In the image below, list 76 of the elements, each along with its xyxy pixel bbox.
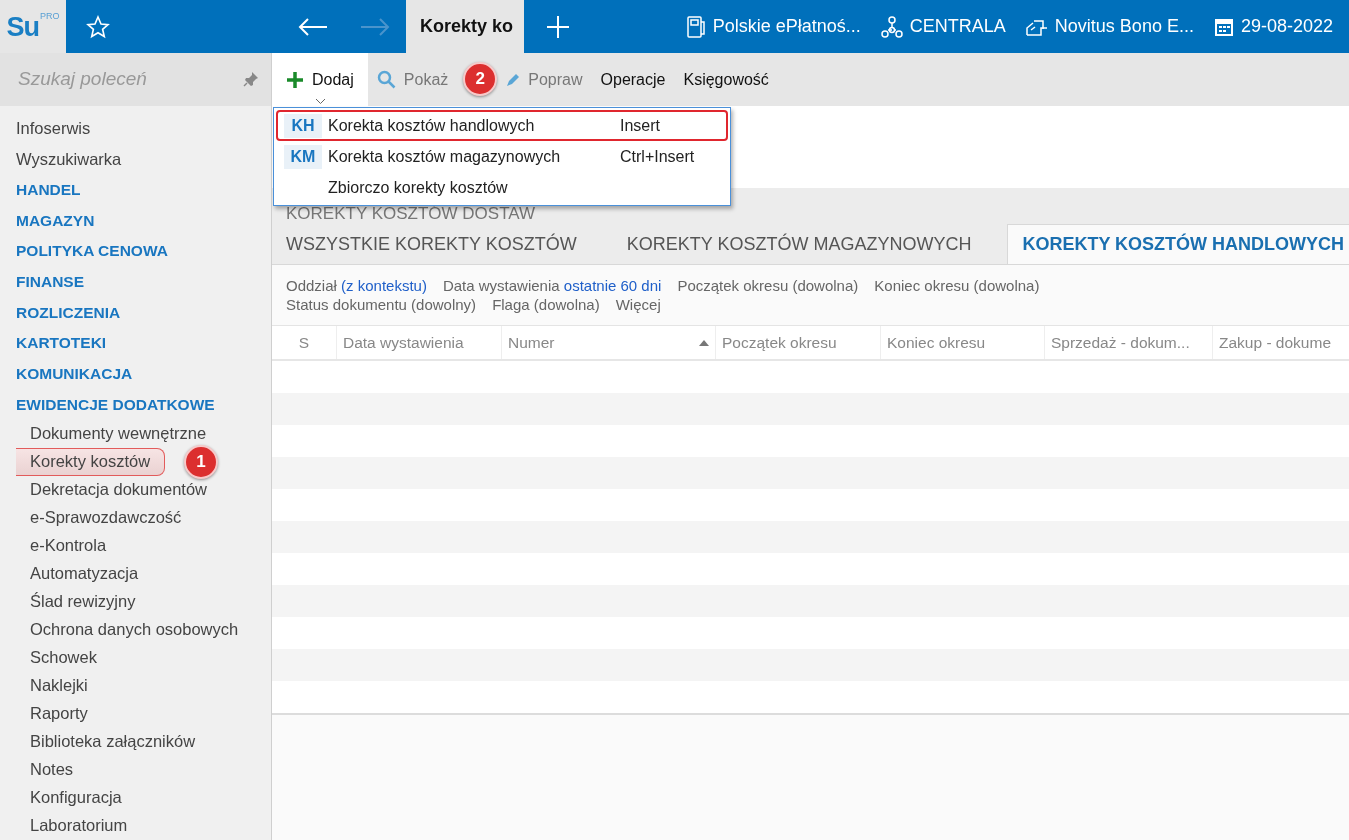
option-label: Korekta kosztów magazynowych: [327, 147, 562, 166]
document-type-badge: KH: [284, 113, 322, 138]
hierarchy-icon: [880, 15, 903, 38]
menu-section[interactable]: HANDEL: [16, 181, 81, 200]
menu-item[interactable]: e-Kontrola: [16, 531, 121, 560]
column-header[interactable]: S: [272, 326, 336, 359]
menu-item[interactable]: Laboratorium: [16, 811, 142, 840]
filter-item[interactable]: Koniec okresu (dowolna): [874, 277, 1040, 294]
column-header[interactable]: Sprzedaż - dokum...: [1044, 326, 1212, 359]
step-marker: 1: [184, 444, 218, 479]
option-label: Zbiorczo korekty kosztów: [327, 178, 509, 197]
menu-item[interactable]: Notes: [16, 755, 88, 784]
pencil-icon: [506, 72, 521, 87]
view-tab[interactable]: WSZYSTKIE KOREKTY KOSZTÓW: [272, 224, 591, 264]
plus-icon: [546, 14, 570, 39]
menu-item[interactable]: Konfiguracja: [16, 783, 136, 812]
menu-option[interactable]: KH Korekta kosztów handlowych Insert: [276, 110, 728, 141]
back-arrow-icon: [298, 16, 328, 37]
menu-section[interactable]: EWIDENCJE DODATKOWE: [16, 395, 215, 414]
filter-item[interactable]: Początek okresu (dowolna): [677, 277, 859, 294]
context-label[interactable]: 29-08-2022: [1240, 16, 1333, 37]
star-icon: [86, 14, 110, 39]
menu-item[interactable]: Automatyzacja: [16, 559, 153, 588]
filter-item[interactable]: Flaga (dowolna): [492, 296, 600, 313]
filter-item[interactable]: Więcej: [615, 296, 661, 313]
menu-option[interactable]: Zbiorczo korekty kosztów: [276, 172, 728, 203]
document-tab[interactable]: Korekty ko: [406, 0, 524, 53]
search-input[interactable]: Szukaj poleceń: [16, 67, 216, 92]
menu-item[interactable]: Wyszukiwarka: [16, 150, 122, 170]
filter-item[interactable]: Oddział (z kontekstu): [286, 277, 427, 294]
filter-item[interactable]: Data wystawienia ostatnie 60 dni: [442, 277, 662, 294]
menu-item[interactable]: e-Sprawozdawczość: [16, 503, 196, 532]
menu-item[interactable]: Naklejki: [16, 671, 102, 700]
menu-section[interactable]: FINANSE: [16, 273, 85, 292]
step-marker: 2: [463, 62, 498, 96]
menu-item[interactable]: Raporty: [16, 699, 102, 728]
option-label: Korekta kosztów handlowych: [327, 116, 536, 135]
menu-item[interactable]: Schowek: [16, 643, 111, 672]
sort-ascending-icon: [699, 339, 709, 346]
column-header[interactable]: Początek okresu: [715, 326, 880, 359]
menu-item[interactable]: Korekty kosztów: [16, 447, 166, 476]
menu-item[interactable]: Ochrona danych osobowych: [16, 615, 253, 644]
document-type-badge: KM: [284, 144, 322, 169]
menu-item[interactable]: Infoserwis: [16, 119, 91, 139]
menu-section[interactable]: KARTOTEKI: [16, 334, 107, 353]
menu-section[interactable]: KOMUNIKACJA: [16, 365, 133, 383]
toolbar-button[interactable]: Operacje: [591, 53, 675, 106]
caret-icon: [315, 99, 325, 104]
filter-item[interactable]: Status dokumentu (dowolny): [286, 296, 477, 313]
menu-section[interactable]: MAGAZYN: [16, 211, 95, 230]
context-label[interactable]: CENTRALA: [909, 16, 1006, 37]
column-header[interactable]: Koniec okresu: [880, 326, 1044, 359]
menu-section[interactable]: POLITYKA CENOWA: [16, 242, 168, 261]
context-label[interactable]: Novitus Bono E...: [1054, 16, 1194, 37]
view-tab[interactable]: KOREKTY KOSZTÓW HANDLOWYCH: [1007, 224, 1349, 264]
shortcut-label: Ctrl+Insert: [620, 147, 695, 166]
menu-section[interactable]: ROZLICZENIA: [16, 303, 121, 322]
column-header[interactable]: Data wystawienia: [336, 326, 501, 359]
menu-item[interactable]: Ślad rewizyjny: [16, 587, 150, 616]
menu-option[interactable]: KM Korekta kosztów magazynowych Ctrl+Insert: [276, 141, 728, 172]
toolbar-button[interactable]: Księgowość: [674, 53, 778, 106]
view-tab[interactable]: KOREKTY KOSZTÓW MAGAZYNOWYCH: [612, 224, 986, 264]
column-header[interactable]: Zakup - dokume: [1212, 326, 1349, 359]
shortcut-label: Insert: [620, 116, 660, 135]
plus-icon: [286, 70, 304, 89]
calendar-icon: [1213, 16, 1234, 37]
column-header[interactable]: Numer: [501, 326, 715, 359]
menu-item[interactable]: Biblioteka załączników: [16, 727, 210, 756]
context-label[interactable]: Polskie ePłatnoś...: [712, 16, 861, 37]
command-search-field[interactable]: Szukaj poleceń: [0, 53, 271, 106]
toolbar-button[interactable]: Dodaj: [272, 53, 368, 106]
forward-arrow-icon: [360, 16, 390, 37]
pin-icon[interactable]: [243, 71, 259, 88]
view-title: KOREKTY KOSZTÓW DOSTAW: [286, 204, 536, 224]
search-icon: [376, 70, 396, 89]
payment-terminal-icon: [685, 15, 706, 38]
